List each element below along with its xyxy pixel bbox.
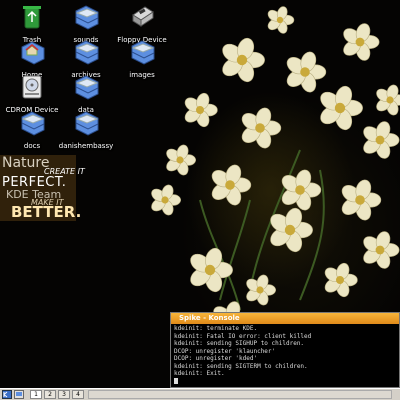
desktop-icon-danishembassy[interactable]: danishembassy xyxy=(54,109,118,151)
flower-center xyxy=(334,102,346,114)
taskbar-task-area[interactable] xyxy=(88,390,392,399)
flower xyxy=(166,144,196,176)
flower-stem xyxy=(219,199,251,301)
flower-center xyxy=(196,106,204,114)
show-desktop-icon[interactable] xyxy=(14,390,24,399)
flower xyxy=(320,85,363,131)
terminal-line: kdeinit: Exit. xyxy=(174,370,225,377)
flower-center xyxy=(256,286,264,294)
flower xyxy=(343,23,380,61)
folder-icon xyxy=(131,40,155,65)
flower-center xyxy=(355,195,365,205)
terminal-line: kdeinit: sending SIGHUP to children. xyxy=(174,340,305,347)
trash-icon xyxy=(23,6,41,29)
flower-center xyxy=(295,185,305,195)
folder-icon xyxy=(75,40,99,65)
flower xyxy=(281,169,322,211)
flower-center xyxy=(386,96,394,104)
konsole-titlebar[interactable]: Spike - Konsole xyxy=(171,313,399,324)
folder-icon xyxy=(75,5,99,30)
flower xyxy=(363,231,400,269)
pager-desktop-1[interactable]: 1 xyxy=(30,390,42,399)
cdrom-icon xyxy=(22,75,42,99)
terminal-line: kdeinit: Fatal IO error: client killed xyxy=(174,332,312,340)
flower-center xyxy=(284,224,296,236)
flower xyxy=(376,84,400,116)
flower xyxy=(184,92,218,128)
folder-icon xyxy=(21,111,45,136)
flower xyxy=(286,51,327,93)
flower xyxy=(341,179,382,221)
kde-menu-icon[interactable] xyxy=(2,390,12,399)
flower xyxy=(222,37,265,83)
flower-center xyxy=(336,276,344,284)
slogan-line: Nature xyxy=(2,155,50,171)
terminal-cursor xyxy=(174,378,178,384)
floppy-icon xyxy=(132,6,154,27)
flower-center xyxy=(276,16,284,24)
terminal-line: DCOP: unregister 'kded' xyxy=(174,355,258,362)
flower-center xyxy=(204,264,216,276)
home-folder-icon xyxy=(21,41,45,65)
flower xyxy=(363,121,400,159)
flower-center xyxy=(300,67,310,77)
desktop-icon-label: images xyxy=(129,71,155,79)
terminal-output[interactable]: kdeinit: terminate KDE. kdeinit: Fatal IO… xyxy=(171,324,399,386)
flower-center xyxy=(355,37,365,47)
desktop-icon-images[interactable]: images xyxy=(110,38,174,80)
flower-center xyxy=(161,196,169,204)
flower-center xyxy=(176,156,184,164)
flower xyxy=(267,6,295,34)
flower-center xyxy=(375,135,385,145)
terminal-line: DCOP: unregister 'klauncher' xyxy=(174,347,276,355)
folder-icon xyxy=(75,111,99,136)
flower xyxy=(246,274,276,306)
flower-center xyxy=(236,54,248,66)
desktop[interactable]: Trash sounds Floppy Device Home archives… xyxy=(0,0,400,388)
flower xyxy=(151,184,181,216)
flower-center xyxy=(375,245,385,255)
wallpaper-kde-slogan: Nature CREATE IT PERFECT. KDE Team MAKE … xyxy=(0,155,85,221)
taskbar: 1 2 3 4 xyxy=(0,388,400,400)
terminal-line: kdeinit: sending SIGTERM to children. xyxy=(174,362,308,370)
flower xyxy=(241,107,282,149)
pager-desktop-2[interactable]: 2 xyxy=(44,390,56,399)
terminal-line: kdeinit: terminate KDE. xyxy=(174,325,258,332)
flower xyxy=(324,262,358,298)
flower xyxy=(211,164,252,206)
desktop-icon-label: danishembassy xyxy=(58,142,114,150)
pager-desktop-4[interactable]: 4 xyxy=(72,390,84,399)
window-title: Spike - Konsole xyxy=(179,314,240,322)
pager-desktop-3[interactable]: 3 xyxy=(58,390,70,399)
konsole-window[interactable]: Spike - Konsole kdeinit: terminate KDE. k… xyxy=(170,312,400,388)
flower xyxy=(190,247,233,293)
flower-center xyxy=(255,123,265,133)
flower-center xyxy=(225,180,235,190)
folder-icon xyxy=(75,75,99,100)
slogan-line: BETTER. xyxy=(11,203,82,221)
